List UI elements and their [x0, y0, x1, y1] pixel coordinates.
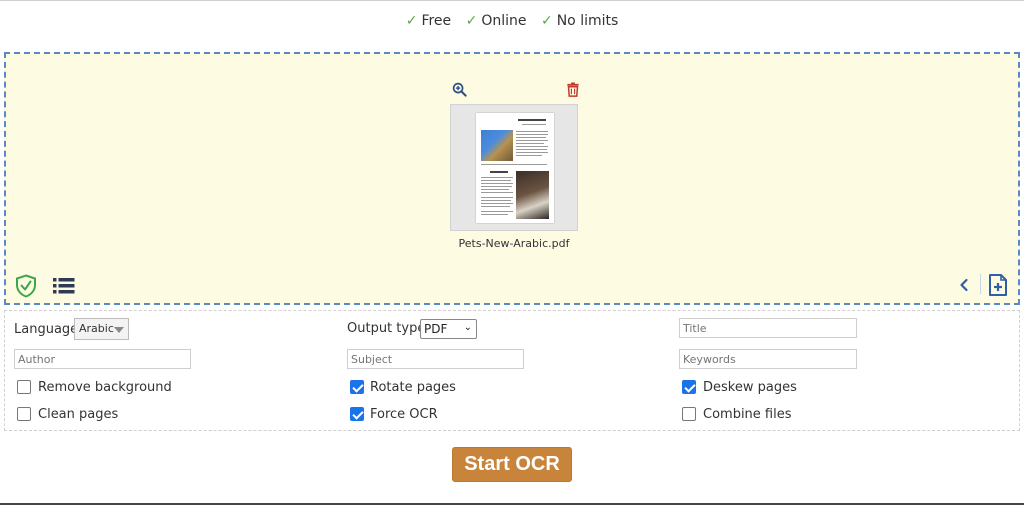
output-type-value: PDF [424, 322, 448, 336]
pdf-image [481, 130, 513, 161]
author-input[interactable] [14, 349, 191, 369]
start-ocr-button[interactable]: Start OCR [452, 447, 572, 482]
force-ocr-checkbox[interactable] [350, 407, 364, 421]
feature-item: ✓ No limits [541, 13, 618, 29]
keywords-input[interactable] [679, 349, 857, 369]
add-file-icon[interactable] [988, 273, 1008, 301]
feature-item: ✓ Online [466, 13, 527, 29]
deskew-pages-checkbox[interactable] [682, 380, 696, 394]
thumbnail-tools [452, 82, 582, 100]
file-dropzone[interactable]: Pets-New-Arabic.pdf [4, 52, 1020, 305]
combine-files-checkbox[interactable] [682, 407, 696, 421]
shield-check-icon[interactable] [15, 274, 37, 302]
language-label: Language [14, 322, 79, 337]
remove-background-label: Remove background [38, 380, 172, 395]
output-type-select[interactable]: PDF ⌄ [420, 319, 477, 339]
pdf-page-preview [476, 113, 554, 223]
file-name: Pets-New-Arabic.pdf [458, 237, 570, 250]
feature-item: ✓ Free [406, 13, 451, 29]
feature-label: Free [421, 13, 452, 29]
rotate-pages-label: Rotate pages [370, 380, 456, 395]
chevron-left-icon[interactable] [959, 277, 969, 296]
ocr-options-panel: Language Arabic Output type PDF ⌄ Remove… [4, 310, 1020, 431]
clean-pages-label: Clean pages [38, 407, 119, 422]
check-icon: ✓ [540, 13, 553, 29]
clean-pages-checkbox[interactable] [17, 407, 31, 421]
feature-label: No limits [556, 13, 619, 29]
combine-files-label: Combine files [703, 407, 792, 422]
force-ocr-label: Force OCR [370, 407, 438, 422]
language-value: Arabic [79, 322, 114, 335]
remove-background-checkbox[interactable] [17, 380, 31, 394]
divider [980, 274, 981, 294]
pdf-image [516, 171, 549, 219]
check-icon: ✓ [465, 13, 478, 29]
language-select[interactable]: Arabic [74, 318, 129, 340]
feature-label: Online [481, 13, 527, 29]
top-border [0, 0, 1024, 1]
check-icon: ✓ [405, 13, 418, 29]
chevron-down-icon: ⌄ [463, 322, 472, 333]
subject-input[interactable] [347, 349, 524, 369]
output-type-label: Output type [347, 321, 426, 336]
rotate-pages-checkbox[interactable] [350, 380, 364, 394]
deskew-pages-label: Deskew pages [703, 380, 797, 395]
file-thumbnail[interactable] [450, 104, 578, 231]
feature-list: ✓ Free ✓ Online ✓ No limits [0, 13, 1024, 29]
trash-icon[interactable] [566, 82, 580, 101]
list-icon[interactable] [53, 278, 75, 298]
title-input[interactable] [679, 318, 857, 338]
caret-down-icon [114, 327, 124, 333]
zoom-in-icon[interactable] [452, 82, 467, 101]
